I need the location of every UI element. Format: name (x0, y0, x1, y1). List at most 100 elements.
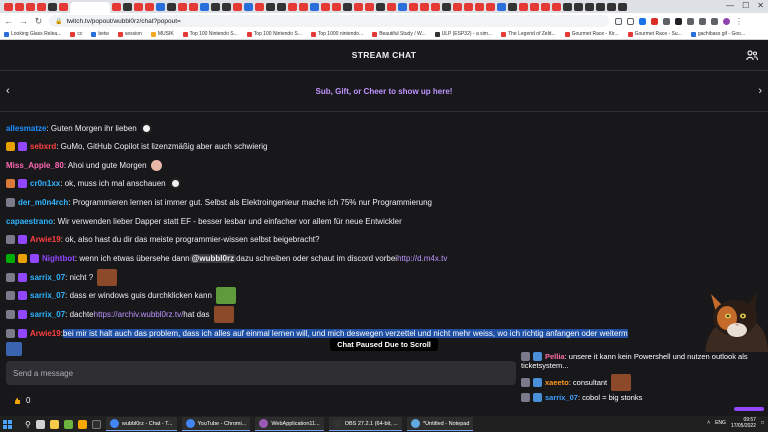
browser-tab-icon[interactable] (244, 2, 253, 11)
browser-tab-icon[interactable] (541, 2, 550, 11)
bookmark-item[interactable]: betw (91, 31, 109, 37)
search-icon[interactable] (615, 17, 622, 25)
chat-message[interactable]: Arwie19: ok, also hast du dir das meiste… (6, 231, 319, 248)
browser-tab-icon[interactable] (26, 2, 35, 11)
user-badge-icon[interactable] (6, 179, 15, 188)
browser-tab-icon[interactable] (123, 2, 132, 11)
taskbar-app[interactable]: OBS 27.2.1 (64-bit, ... (328, 417, 402, 431)
browser-tab-icon[interactable] (48, 2, 57, 11)
browser-tab-icon[interactable] (585, 2, 594, 11)
browser-tab-icon[interactable] (277, 2, 286, 11)
menu-icon[interactable]: ⋮ (735, 17, 743, 25)
browser-tab-icon[interactable] (607, 2, 616, 11)
browser-tab-icon[interactable] (552, 2, 561, 11)
browser-tab-icon[interactable] (475, 2, 484, 11)
chat-message[interactable]: allesmatze: Guten Morgen ihr lieben (6, 120, 152, 137)
chat-username[interactable]: sebxrd (30, 142, 56, 151)
browser-tab-icon[interactable] (420, 2, 429, 11)
media-icon[interactable] (699, 17, 706, 25)
language-indicator[interactable]: ENG (715, 420, 726, 426)
user-badge-icon[interactable] (6, 291, 15, 300)
send-message-input[interactable]: Send a message (6, 361, 516, 385)
taskbar-app[interactable]: YouTube - Chromi... (181, 417, 251, 431)
taskbar-app[interactable]: wubbl0rz - Chat - T... (105, 417, 177, 431)
bookmark-item[interactable]: ULP (ESP32) - a sim... (434, 31, 492, 37)
close-icon[interactable]: ✕ (757, 1, 764, 10)
browser-tab-icon[interactable] (618, 2, 627, 11)
chat-message[interactable]: sarrix_07: dass er windows guis durchkli… (6, 287, 236, 304)
browser-tab-icon[interactable] (266, 2, 275, 11)
user-badge-icon[interactable] (30, 254, 39, 263)
terminal-icon[interactable] (91, 419, 101, 429)
user-badge-icon[interactable] (18, 179, 27, 188)
sidepanel-icon[interactable] (711, 17, 718, 25)
chat-message-list[interactable]: allesmatze: Guten Morgen ihr lieben sebxr… (0, 112, 768, 358)
browser-tab-icon[interactable] (574, 2, 583, 11)
minimize-icon[interactable]: — (726, 1, 734, 10)
user-badge-icon[interactable] (6, 310, 15, 319)
browser-tab-icon[interactable] (145, 2, 154, 11)
browser-tab-icon[interactable] (486, 2, 495, 11)
user-badge-icon[interactable] (6, 254, 15, 263)
channel-points[interactable]: 0 (14, 396, 30, 405)
chevron-right-icon[interactable]: › (758, 85, 762, 97)
bookmark-item[interactable]: Gourmet Race - Kir... (564, 31, 619, 37)
browser-tab-icon[interactable] (497, 2, 506, 11)
browser-tab-icon[interactable] (233, 2, 242, 11)
community-icon[interactable] (746, 50, 758, 61)
browser-tab-icon[interactable] (211, 2, 220, 11)
user-badge-icon[interactable] (18, 142, 27, 151)
taskbar-app[interactable]: *Untitled - Notepad (406, 417, 474, 431)
browser-tab-icon[interactable] (156, 2, 165, 11)
browser-tab-icon[interactable] (255, 2, 264, 11)
notification-icon[interactable]: □ (761, 420, 764, 426)
bookmark-item[interactable]: MUSIK (150, 31, 174, 37)
browser-tab-icon[interactable] (354, 2, 363, 11)
browser-tab-icon[interactable] (409, 2, 418, 11)
chat-username[interactable]: sarrix_07 (30, 310, 65, 319)
chat-username[interactable]: Miss_Apple_80 (6, 161, 64, 170)
maximize-icon[interactable]: ☐ (742, 1, 749, 10)
profile-icon[interactable] (723, 17, 730, 25)
browser-tab-icon[interactable] (343, 2, 352, 11)
forward-icon[interactable]: → (19, 16, 28, 26)
excel-icon[interactable] (63, 419, 73, 429)
user-badge-icon[interactable] (18, 329, 27, 338)
system-clock[interactable]: 09:57 17/05/2022 (731, 417, 756, 429)
search-icon[interactable]: ⚲ (25, 420, 31, 429)
user-badge-icon[interactable] (18, 310, 27, 319)
bookmark-item[interactable]: Top 100 Nintendo S... (246, 31, 302, 37)
user-badge-icon[interactable] (18, 235, 27, 244)
user-badge-icon[interactable] (6, 198, 15, 207)
chat-link[interactable]: https://archiv.wubbl0rz.tv/ (94, 310, 184, 319)
chat-message[interactable]: capaestrano: Wir verwenden lieber Dapper… (6, 213, 402, 230)
browser-tab-icon[interactable] (70, 2, 110, 13)
browser-tab-icon[interactable] (431, 2, 440, 11)
browser-tab-icon[interactable] (453, 2, 462, 11)
browser-tab-icon[interactable] (222, 2, 231, 11)
browser-tab-icon[interactable] (134, 2, 143, 11)
extension-icon[interactable] (651, 17, 658, 25)
user-badge-icon[interactable] (18, 273, 27, 282)
browser-tab-icon[interactable] (464, 2, 473, 11)
user-badge-icon[interactable] (18, 254, 27, 263)
browser-tab-icon[interactable] (365, 2, 374, 11)
chat-message[interactable]: sarrix_07: nicht ? (6, 269, 118, 286)
folder-icon[interactable] (77, 419, 87, 429)
chat-paused-banner[interactable]: Chat Paused Due to Scroll (330, 338, 438, 351)
chat-message[interactable]: der_m0n4rch: Programmieren lernen ist im… (6, 194, 432, 211)
browser-tab-icon[interactable] (299, 2, 308, 11)
chevron-left-icon[interactable]: ‹ (6, 85, 10, 97)
taskbar-app[interactable]: WebApplication11... (255, 417, 324, 431)
chat-username[interactable]: sarrix_07 (30, 291, 65, 300)
chat-username[interactable]: Arwie19 (30, 235, 61, 244)
bookmark-item[interactable]: Top 100 Nintendo S... (182, 31, 238, 37)
browser-tab-icon[interactable] (112, 2, 121, 11)
chat-username[interactable]: sarrix_07 (30, 273, 65, 282)
chat-message[interactable]: sarrix_07: dachte https://archiv.wubbl0r… (6, 306, 234, 323)
back-icon[interactable]: ← (4, 16, 13, 26)
browser-tab-icon[interactable] (376, 2, 385, 11)
browser-tab-icon[interactable] (4, 2, 13, 11)
chat-username[interactable]: Arwie19 (30, 329, 61, 338)
bookmark-item[interactable]: session (117, 31, 142, 37)
